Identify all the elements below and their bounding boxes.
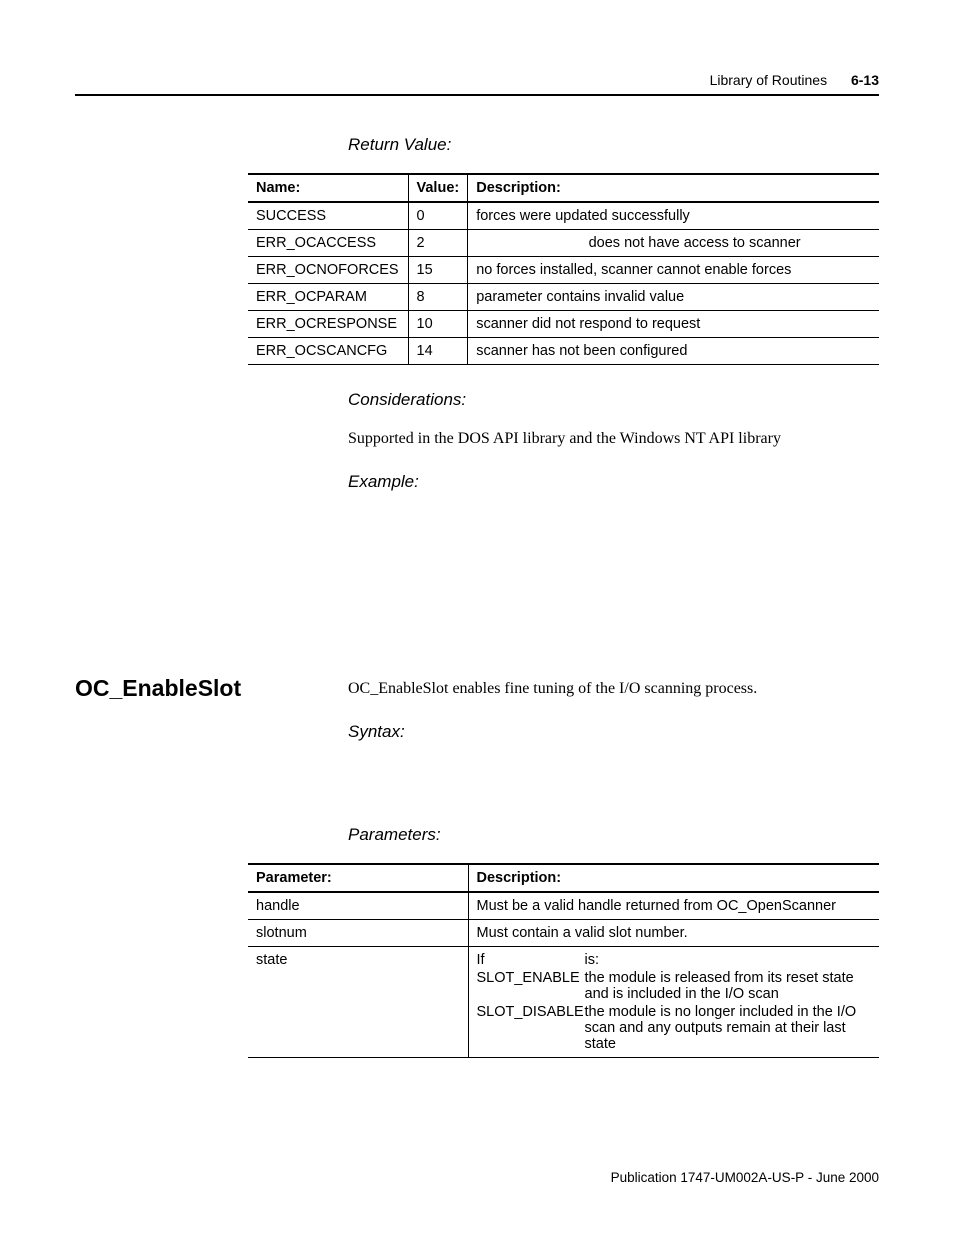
rv-desc: scanner did not respond to request (468, 311, 879, 338)
table-row: ERR_OCACCESS 2 does not have access to s… (248, 230, 879, 257)
table-row: SUCCESS 0 forces were updated successful… (248, 202, 879, 230)
state-is: is: (585, 952, 872, 968)
param-name: state (248, 947, 468, 1058)
param-desc: If is: SLOT_ENABLE the module is release… (468, 947, 879, 1058)
state-disable-label: SLOT_DISABLE (477, 1004, 585, 1052)
rv-value: 2 (408, 230, 468, 257)
rv-name: ERR_OCSCANCFG (248, 338, 408, 365)
rv-name: ERR_OCACCESS (248, 230, 408, 257)
return-value-table: Name: Value: Description: SUCCESS 0 forc… (248, 173, 879, 365)
table-row: handle Must be a valid handle returned f… (248, 892, 879, 920)
parameters-heading: Parameters: (348, 825, 879, 845)
param-col-header: Parameter: (248, 864, 468, 892)
param-desc: Must be a valid handle returned from OC_… (468, 892, 879, 920)
state-enable-desc: the module is released from its reset st… (585, 970, 872, 1002)
col-desc-header: Description: (468, 174, 879, 202)
header-section: Library of Routines (710, 72, 828, 88)
rv-value: 10 (408, 311, 468, 338)
example-heading: Example: (348, 472, 879, 492)
considerations-text: Supported in the DOS API library and the… (348, 428, 879, 450)
section-title: OC_EnableSlot (75, 675, 241, 702)
rv-name: ERR_OCPARAM (248, 284, 408, 311)
page-header: Library of Routines 6-13 (710, 72, 879, 88)
considerations-heading: Considerations: (348, 390, 879, 410)
table-row: ERR_OCRESPONSE 10 scanner did not respon… (248, 311, 879, 338)
col-name-header: Name: (248, 174, 408, 202)
rv-value: 15 (408, 257, 468, 284)
param-desc: Must contain a valid slot number. (468, 920, 879, 947)
rv-value: 14 (408, 338, 468, 365)
section-intro: OC_EnableSlot enables fine tuning of the… (348, 678, 879, 700)
content-block-1: Return Value: Name: Value: Description: … (248, 135, 879, 510)
table-row: ERR_OCNOFORCES 15 no forces installed, s… (248, 257, 879, 284)
param-desc-header: Description: (468, 864, 879, 892)
rv-desc: does not have access to scanner (468, 230, 879, 257)
syntax-heading: Syntax: (348, 722, 879, 742)
content-block-2: OC_EnableSlot enables fine tuning of the… (348, 678, 879, 1083)
rv-desc: parameter contains invalid value (468, 284, 879, 311)
state-if: If (477, 952, 585, 968)
table-row: state If is: SLOT_ENABLE the module is r… (248, 947, 879, 1058)
table-row: ERR_OCSCANCFG 14 scanner has not been co… (248, 338, 879, 365)
rv-desc: no forces installed, scanner cannot enab… (468, 257, 879, 284)
rv-desc: scanner has not been configured (468, 338, 879, 365)
rv-name: ERR_OCNOFORCES (248, 257, 408, 284)
param-name: handle (248, 892, 468, 920)
rv-name: SUCCESS (248, 202, 408, 230)
table-row: ERR_OCPARAM 8 parameter contains invalid… (248, 284, 879, 311)
header-pagenum: 6-13 (851, 72, 879, 88)
return-value-heading: Return Value: (348, 135, 879, 155)
state-enable-label: SLOT_ENABLE (477, 970, 585, 1002)
param-name: slotnum (248, 920, 468, 947)
state-disable-desc: the module is no longer included in the … (585, 1004, 872, 1052)
parameters-table: Parameter: Description: handle Must be a… (248, 863, 879, 1058)
rv-value: 8 (408, 284, 468, 311)
header-rule (75, 94, 879, 96)
rv-name: ERR_OCRESPONSE (248, 311, 408, 338)
rv-desc: forces were updated successfully (468, 202, 879, 230)
rv-value: 0 (408, 202, 468, 230)
col-value-header: Value: (408, 174, 468, 202)
footer-publication: Publication 1747-UM002A-US-P - June 2000 (611, 1170, 879, 1185)
table-row: slotnum Must contain a valid slot number… (248, 920, 879, 947)
